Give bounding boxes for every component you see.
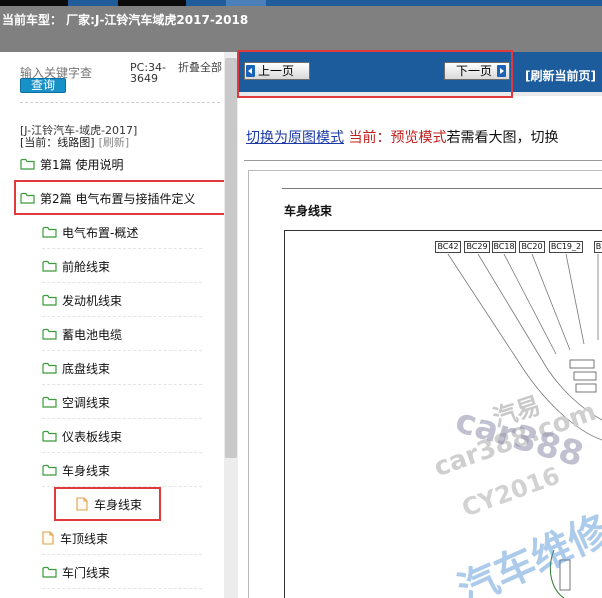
mode-switch-line: 切换为原图模式 当前：预览模式若需看大图，切换: [246, 127, 558, 147]
tree-item-label: 车门线束: [62, 565, 111, 580]
tree-item[interactable]: 第1篇 使用说明: [20, 147, 220, 181]
tree-item-label: 空调线束: [62, 395, 111, 410]
divider: [244, 160, 602, 161]
refresh-page-link[interactable]: [刷新当前页]: [525, 67, 596, 84]
switch-original-mode-link[interactable]: 切换为原图模式: [246, 130, 344, 146]
tree-item-label: 发动机线束: [62, 293, 123, 308]
pc-code-label: PC:34-3649: [130, 61, 166, 85]
highlight-box: [237, 50, 513, 98]
folder-icon: [42, 430, 57, 442]
tree-item-label: 底盘线束: [62, 361, 111, 376]
tree-item[interactable]: 车门线束: [42, 555, 202, 589]
tree-item-label: 第1篇 使用说明: [40, 157, 124, 172]
folder-icon: [42, 464, 57, 476]
fold-all-link[interactable]: 折叠全部: [178, 62, 222, 73]
tree-item[interactable]: 车身线束: [42, 453, 202, 487]
folder-icon: [42, 362, 57, 374]
tree-item[interactable]: 蓄电池电缆: [42, 317, 202, 351]
tree-item-label: 电气布置-概述: [62, 225, 139, 240]
divider: [282, 188, 602, 189]
divider: [20, 102, 220, 103]
tree-item[interactable]: 空调线束: [42, 385, 202, 419]
sidebar-scrollbar-thumb[interactable]: [225, 58, 237, 458]
highlight-box: [54, 487, 161, 521]
folder-icon: [42, 226, 57, 238]
tree-item[interactable]: 前舱线束: [42, 249, 202, 283]
tree-item-label: 蓄电池电缆: [62, 327, 123, 342]
folder-icon: [42, 396, 57, 408]
tree-item-label: 车身线束: [62, 463, 111, 478]
document-icon: [42, 531, 54, 545]
folder-icon: [42, 260, 57, 272]
tree-item[interactable]: 发动机线束: [42, 283, 202, 317]
tree-item[interactable]: 车顶线束: [42, 521, 202, 555]
tree-item-label: 前舱线束: [62, 259, 111, 274]
tree-item[interactable]: 电气布置-概述: [42, 215, 202, 249]
folder-icon: [42, 328, 57, 340]
folder-icon: [42, 294, 57, 306]
car-model-label: 当前车型： 厂家:J-江铃汽车域虎2017-2018: [2, 13, 249, 27]
header-bar: 当前车型： 厂家:J-江铃汽车域虎2017-2018: [0, 6, 602, 52]
tree-item[interactable]: 仪表板线束: [42, 419, 202, 453]
mode-hint-text: 若需看大图，切换: [446, 130, 559, 146]
tree-item[interactable]: 底盘线束: [42, 351, 202, 385]
search-button[interactable]: 查询: [20, 78, 66, 93]
folder-icon: [42, 566, 57, 578]
tree-item-label: 仪表板线束: [62, 429, 123, 444]
highlight-box: [14, 180, 227, 215]
current-mode-text: 当前：预览模式: [348, 130, 447, 146]
tree-item-label: 车顶线束: [60, 531, 109, 546]
folder-icon: [20, 158, 35, 170]
diagram-title: 车身线束: [284, 204, 333, 218]
